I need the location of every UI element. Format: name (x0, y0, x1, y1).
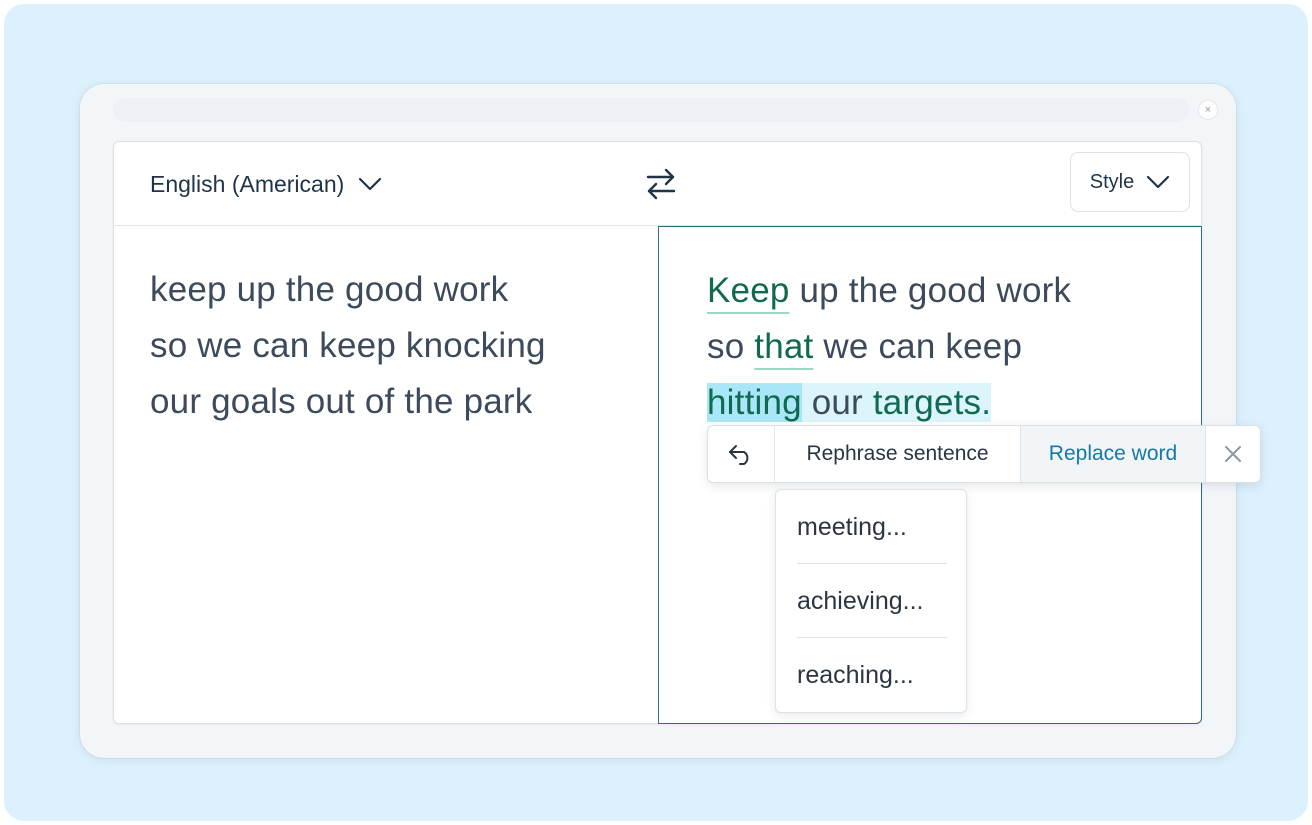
selected-sentence[interactable]: hitting our targets. (707, 383, 992, 422)
result-text-segment: our (801, 383, 873, 422)
suggestions-dropdown: meeting... achieving... reaching... (775, 489, 967, 713)
chevron-down-icon (359, 177, 382, 191)
result-text-segment: we can keep (813, 327, 1023, 366)
rephrase-sentence-button[interactable]: Rephrase sentence (775, 426, 1021, 482)
source-text-area[interactable]: keep up the good work so we can keep kno… (114, 226, 658, 724)
suggestion-item[interactable]: achieving... (797, 564, 947, 638)
replace-word-button[interactable]: Replace word (1021, 426, 1206, 482)
changed-word[interactable]: targets. (873, 383, 991, 422)
result-line: hitting our targets. (707, 375, 1071, 431)
result-text-segment: up the good work (789, 271, 1072, 310)
window-titlebar (113, 98, 1189, 122)
changed-word[interactable]: Keep (707, 271, 790, 310)
result-line: so that we can keep (707, 319, 1071, 375)
undo-button[interactable] (708, 426, 775, 482)
chevron-down-icon (1147, 175, 1170, 189)
toolbar: English (American) Style (114, 142, 1201, 226)
changed-word[interactable]: that (754, 327, 813, 366)
close-button[interactable] (1206, 426, 1260, 482)
close-icon (1225, 446, 1241, 462)
selected-word[interactable]: hitting (707, 383, 802, 422)
suggestion-item[interactable]: meeting... (797, 490, 947, 564)
source-line: our goals out of the park (150, 382, 533, 421)
language-selector[interactable]: English (American) (150, 169, 382, 199)
undo-icon (729, 445, 749, 465)
result-text: Keep up the good work so that we can kee… (707, 263, 1071, 431)
source-line: keep up the good work (150, 270, 509, 309)
language-label: English (American) (150, 170, 345, 197)
style-dropdown-button[interactable]: Style (1070, 152, 1190, 212)
result-text-segment: so (707, 327, 755, 366)
edit-popup: Rephrase sentence Replace word (707, 425, 1261, 483)
swap-icon[interactable] (644, 166, 678, 202)
result-line: Keep up the good work (707, 263, 1071, 319)
suggestion-item[interactable]: reaching... (797, 638, 947, 712)
source-text: keep up the good work so we can keep kno… (150, 262, 546, 430)
source-line: so we can keep knocking (150, 326, 546, 365)
style-label: Style (1089, 170, 1135, 193)
window-close-icon[interactable]: × (1198, 100, 1218, 120)
